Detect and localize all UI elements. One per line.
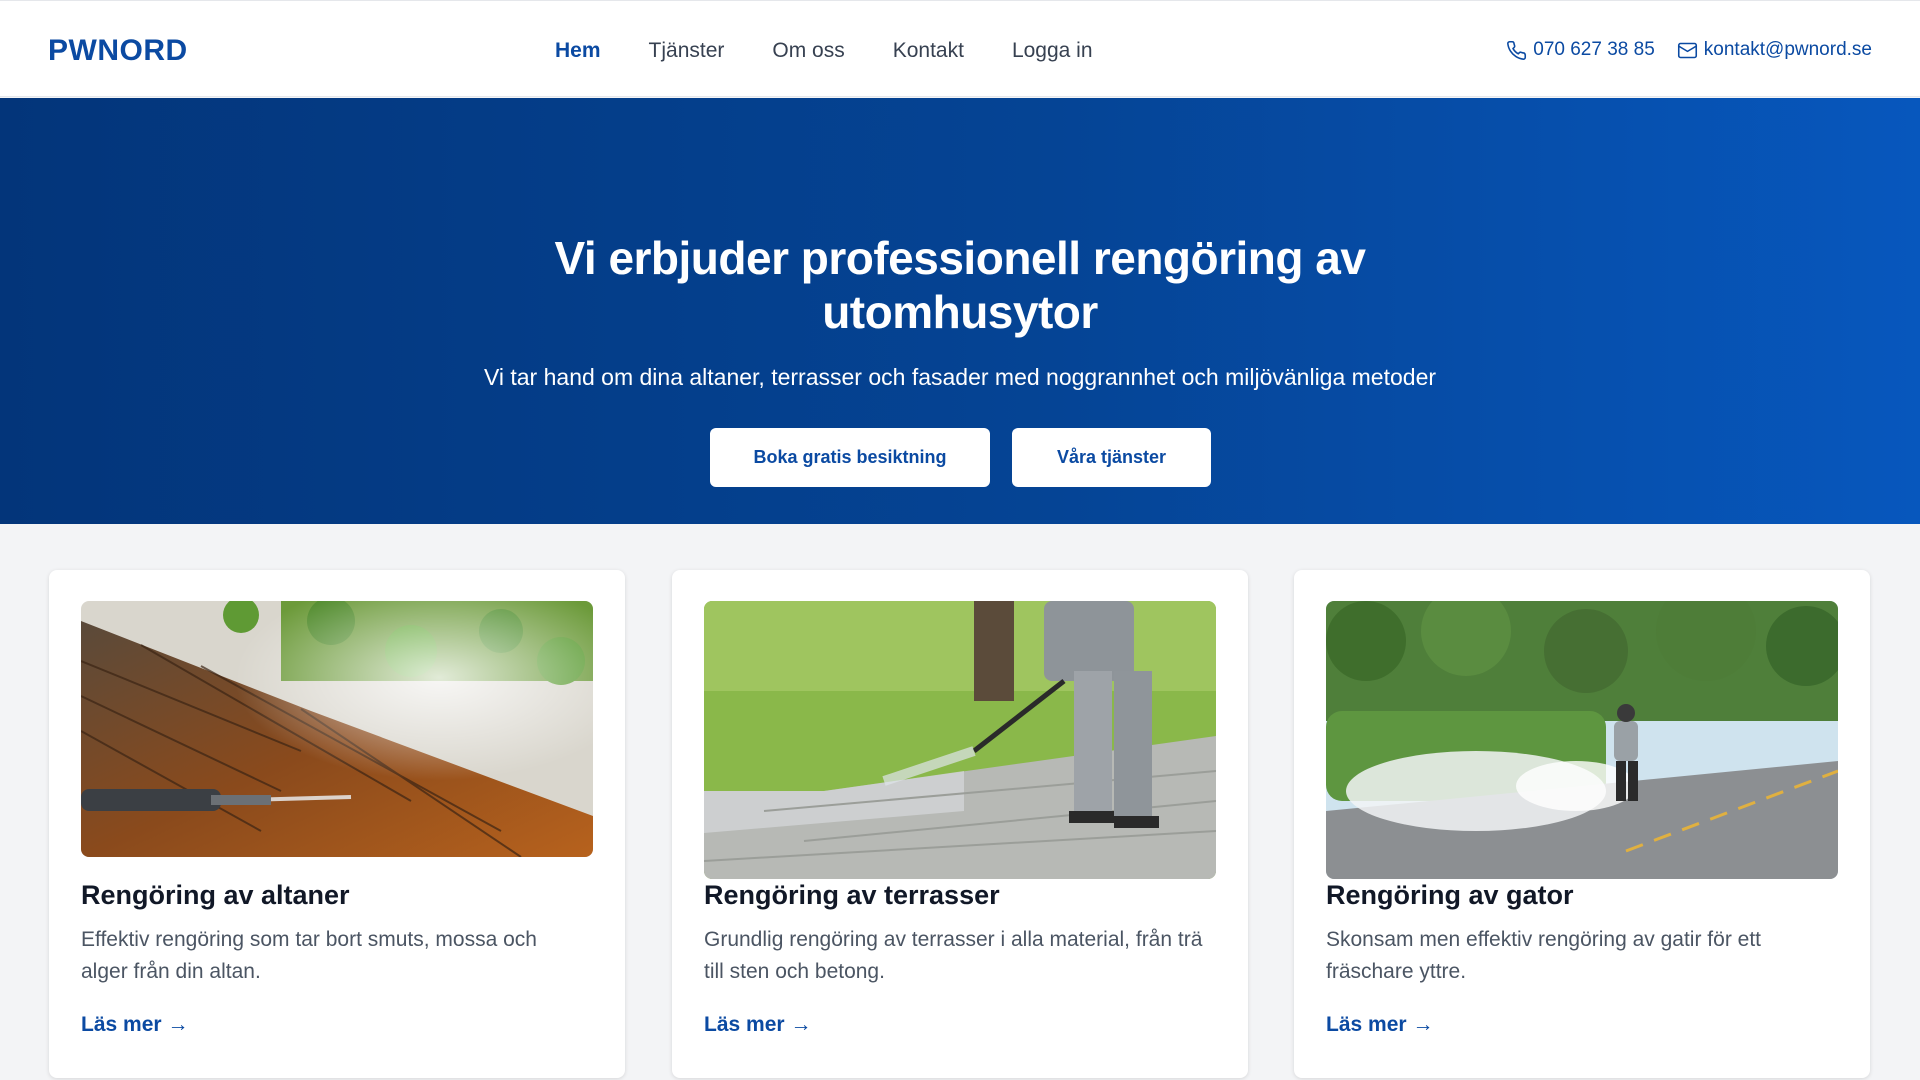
mail-icon xyxy=(1677,42,1697,58)
read-more-label: Läs mer xyxy=(81,1013,162,1036)
email-address: kontakt@pwnord.se xyxy=(1703,39,1872,60)
contact-info: 070 627 38 85 kontakt@pwnord.se xyxy=(1506,39,1872,61)
arrow-right-icon: → xyxy=(167,1013,189,1036)
phone-icon xyxy=(1507,40,1527,60)
street-cleaning-image xyxy=(1326,601,1838,879)
nav-item-logga-in[interactable]: Logga in xyxy=(1012,39,1093,63)
arrow-right-icon: → xyxy=(1412,1013,1434,1036)
phone-number: 070 627 38 85 xyxy=(1533,39,1655,60)
terrace-cleaning-image xyxy=(704,601,1216,879)
services-button[interactable]: Våra tjänster xyxy=(1012,428,1211,487)
read-more-label: Läs mer xyxy=(704,1013,785,1036)
hero-section: Vi erbjuder professionell rengöring av u… xyxy=(0,98,1920,524)
service-card-gator: Rengöring av gator Skonsam men effektiv … xyxy=(1294,570,1870,1078)
nav-item-om-oss[interactable]: Om oss xyxy=(772,39,844,63)
service-title: Rengöring av altaner xyxy=(81,880,350,910)
email-link[interactable]: kontakt@pwnord.se xyxy=(1677,39,1872,61)
read-more-link[interactable]: Läs mer → xyxy=(81,1013,189,1037)
service-description: Effektiv rengöring som tar bort smuts, m… xyxy=(81,928,537,983)
service-title: Rengöring av gator xyxy=(1326,880,1574,910)
nav-item-tjanster[interactable]: Tjänster xyxy=(649,39,725,63)
deck-cleaning-image xyxy=(81,601,593,857)
site-header: PWNORD Hem Tjänster Om oss Kontakt Logga… xyxy=(0,0,1920,97)
hero-title: Vi erbjuder professionell rengöring av u… xyxy=(554,232,1366,338)
arrow-right-icon: → xyxy=(790,1013,812,1036)
hero-subtitle: Vi tar hand om dina altaner, terrasser o… xyxy=(483,364,1437,390)
service-card-terrasser: Rengöring av terrasser Grundlig rengörin… xyxy=(672,570,1248,1078)
read-more-link[interactable]: Läs mer → xyxy=(1326,1013,1434,1037)
read-more-label: Läs mer xyxy=(1326,1013,1407,1036)
service-title: Rengöring av terrasser xyxy=(704,880,1000,910)
phone-link[interactable]: 070 627 38 85 xyxy=(1506,39,1655,61)
service-card-altaner: Rengöring av altaner Effektiv rengöring … xyxy=(49,570,625,1078)
service-description: Grundlig rengöring av terrasser i alla m… xyxy=(704,928,1203,983)
service-description: Skonsam men effektiv rengöring av gatir … xyxy=(1326,928,1761,983)
main-nav: Hem Tjänster Om oss Kontakt Logga in xyxy=(555,39,1093,63)
nav-item-kontakt[interactable]: Kontakt xyxy=(893,39,964,63)
nav-item-hem[interactable]: Hem xyxy=(555,39,601,63)
book-inspection-button[interactable]: Boka gratis besiktning xyxy=(710,428,990,487)
logo[interactable]: PWNORD xyxy=(48,34,188,68)
read-more-link[interactable]: Läs mer → xyxy=(704,1013,812,1037)
